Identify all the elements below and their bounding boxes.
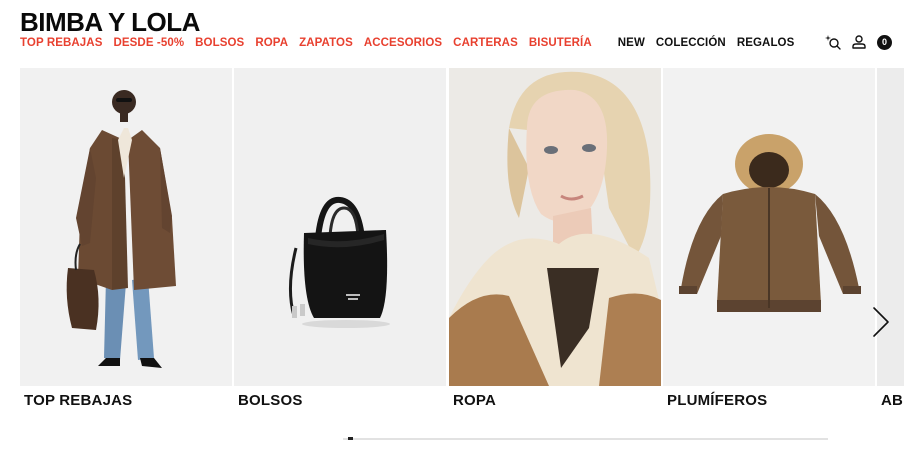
brand-logo[interactable]: BIMBA Y LOLA	[20, 7, 200, 38]
card-caption[interactable]: PLUMÍFEROS	[667, 392, 767, 408]
card-caption[interactable]: AB	[881, 392, 903, 408]
nav-item-bolsos[interactable]: BOLSOS	[195, 37, 244, 49]
search-sparkle-icon[interactable]	[825, 34, 841, 50]
category-card-ropa[interactable]: ROPA	[449, 68, 661, 408]
card-image-hooded-bomber[interactable]	[663, 68, 875, 386]
nav-item-bisuteria[interactable]: BISUTERÍA	[529, 37, 592, 49]
card-image-black-bag[interactable]	[234, 68, 446, 386]
card-caption[interactable]: TOP REBAJAS	[24, 392, 132, 408]
site-header: BIMBA Y LOLA TOP REBAJAS DESDE -50% BOLS…	[0, 0, 904, 60]
cart-count-badge[interactable]: 0	[877, 34, 892, 50]
nav-item-regalos[interactable]: REGALOS	[737, 37, 795, 49]
card-image-model-shearling[interactable]	[449, 68, 661, 386]
nav-item-new[interactable]: NEW	[618, 37, 645, 49]
nav-item-desde-50[interactable]: DESDE -50%	[113, 37, 184, 49]
nav-item-accesorios[interactable]: ACCESORIOS	[364, 37, 442, 49]
main-navigation: TOP REBAJAS DESDE -50% BOLSOS ROPA ZAPAT…	[20, 37, 805, 49]
nav-item-ropa[interactable]: ROPA	[255, 37, 288, 49]
nav-item-coleccion[interactable]: COLECCIÓN	[656, 37, 726, 49]
carousel-scroll-thumb[interactable]	[348, 437, 353, 440]
nav-item-zapatos[interactable]: ZAPATOS	[299, 37, 353, 49]
category-card-plumiferos[interactable]: PLUMÍFEROS	[663, 68, 875, 408]
card-caption[interactable]: BOLSOS	[238, 392, 303, 408]
header-actions: 0	[825, 34, 892, 50]
carousel-scrollbar[interactable]	[343, 437, 828, 440]
user-icon[interactable]	[851, 34, 867, 50]
chevron-right-icon[interactable]	[868, 304, 894, 340]
category-card-partial[interactable]: AB	[877, 68, 904, 408]
category-card-bolsos[interactable]: BOLSOS	[234, 68, 446, 408]
card-caption[interactable]: ROPA	[453, 392, 496, 408]
category-carousel: TOP REBAJAS BOLSOS ROPA PLUMÍFEROS AB	[20, 68, 904, 408]
category-card-top-rebajas[interactable]: TOP REBAJAS	[20, 68, 232, 408]
nav-item-top-rebajas[interactable]: TOP REBAJAS	[20, 37, 102, 49]
card-image-model-coat[interactable]	[20, 68, 232, 386]
nav-item-carteras[interactable]: CARTERAS	[453, 37, 518, 49]
